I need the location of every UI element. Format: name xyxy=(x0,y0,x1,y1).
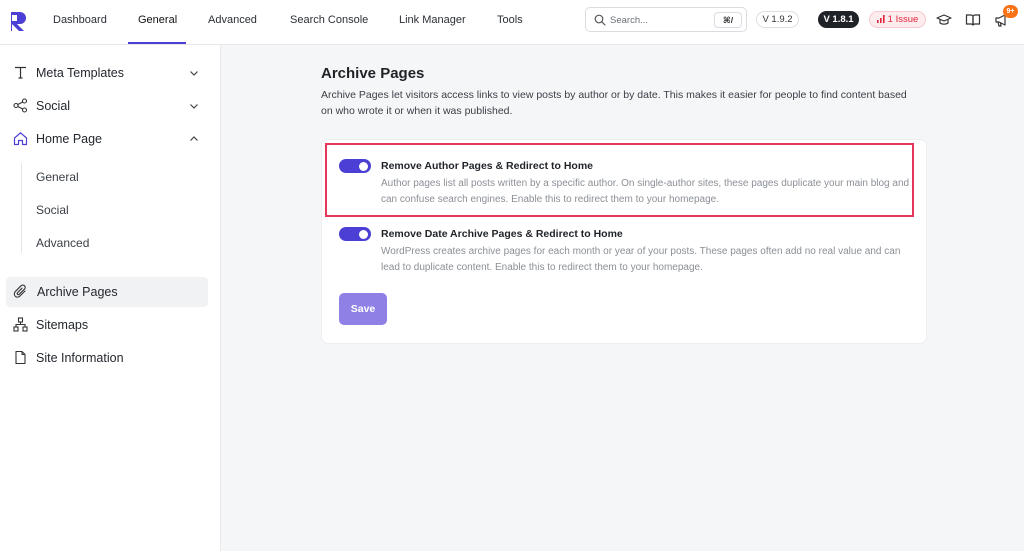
toggle-knob xyxy=(359,229,368,239)
search-icon xyxy=(594,14,606,26)
sidebar-item-label: Home Page xyxy=(36,132,103,146)
notification-count-badge: 9+ xyxy=(1003,5,1018,18)
submenu-divider xyxy=(21,163,22,253)
tab-tools[interactable]: Tools xyxy=(497,0,523,45)
top-navigation-bar: Dashboard General Advanced Search Consol… xyxy=(0,0,1024,45)
sidebar-item-label: Archive Pages xyxy=(37,285,118,299)
tab-dashboard[interactable]: Dashboard xyxy=(53,0,107,45)
option-description: WordPress creates archive pages for each… xyxy=(381,246,901,273)
file-icon xyxy=(15,350,26,365)
sidebar-item-home-page[interactable]: Home Page xyxy=(0,124,221,154)
signal-bars-icon xyxy=(876,15,885,23)
active-tab-indicator xyxy=(128,42,186,44)
share-icon xyxy=(13,98,28,113)
remove-author-pages-toggle[interactable] xyxy=(339,159,371,173)
option-title: Remove Author Pages & Redirect to Home xyxy=(381,160,593,172)
sitemap-icon xyxy=(13,317,28,332)
chevron-down-icon[interactable] xyxy=(188,67,200,79)
plugin-version-badge: V 1.9.2 xyxy=(756,11,799,28)
book-icon[interactable] xyxy=(965,12,981,28)
search-shortcut-badge: ⌘/ xyxy=(714,12,742,28)
pro-version-badge: V 1.8.1 xyxy=(818,11,859,28)
issues-label: 1 Issue xyxy=(887,14,919,25)
search-input[interactable] xyxy=(610,11,705,29)
sidebar-item-meta-templates[interactable]: Meta Templates xyxy=(0,58,221,88)
remove-date-archive-toggle[interactable] xyxy=(339,227,371,241)
sidebar-item-label: Site Information xyxy=(36,351,124,365)
search-box[interactable]: ⌘/ xyxy=(585,7,747,32)
graduation-cap-icon[interactable] xyxy=(936,12,952,28)
logo-icon[interactable] xyxy=(9,10,29,32)
sidebar-item-site-information[interactable]: Site Information xyxy=(0,343,221,373)
paperclip-icon xyxy=(13,284,26,298)
chevron-up-icon[interactable] xyxy=(188,133,200,145)
option-description: Author pages list all posts written by a… xyxy=(381,178,910,205)
sidebar-subitem-social[interactable]: Social xyxy=(36,203,69,217)
sidebar-item-social[interactable]: Social xyxy=(0,91,221,121)
tab-general[interactable]: General xyxy=(138,0,177,45)
tab-link-manager[interactable]: Link Manager xyxy=(399,0,466,45)
option-title: Remove Date Archive Pages & Redirect to … xyxy=(381,228,623,240)
sidebar-item-archive-pages[interactable]: Archive Pages xyxy=(6,277,208,307)
toggle-knob xyxy=(359,161,368,171)
tab-advanced[interactable]: Advanced xyxy=(208,0,257,45)
sidebar-item-label: Social xyxy=(36,99,71,113)
sidebar-subitem-advanced[interactable]: Advanced xyxy=(36,236,89,250)
issues-badge[interactable]: 1 Issue xyxy=(869,11,926,28)
home-icon xyxy=(13,132,28,146)
sidebar-item-label: Meta Templates xyxy=(36,66,125,80)
page-title: Archive Pages xyxy=(321,65,425,82)
sidebar-item-sitemaps[interactable]: Sitemaps xyxy=(0,310,221,340)
sidebar-item-label: Sitemaps xyxy=(36,318,89,332)
chevron-down-icon[interactable] xyxy=(188,100,200,112)
page-description: Archive Pages let visitors access links … xyxy=(321,89,907,117)
sidebar-subitem-general[interactable]: General xyxy=(36,170,79,184)
text-icon xyxy=(15,66,26,79)
save-button[interactable]: Save xyxy=(339,293,387,325)
tab-search-console[interactable]: Search Console xyxy=(290,0,368,45)
